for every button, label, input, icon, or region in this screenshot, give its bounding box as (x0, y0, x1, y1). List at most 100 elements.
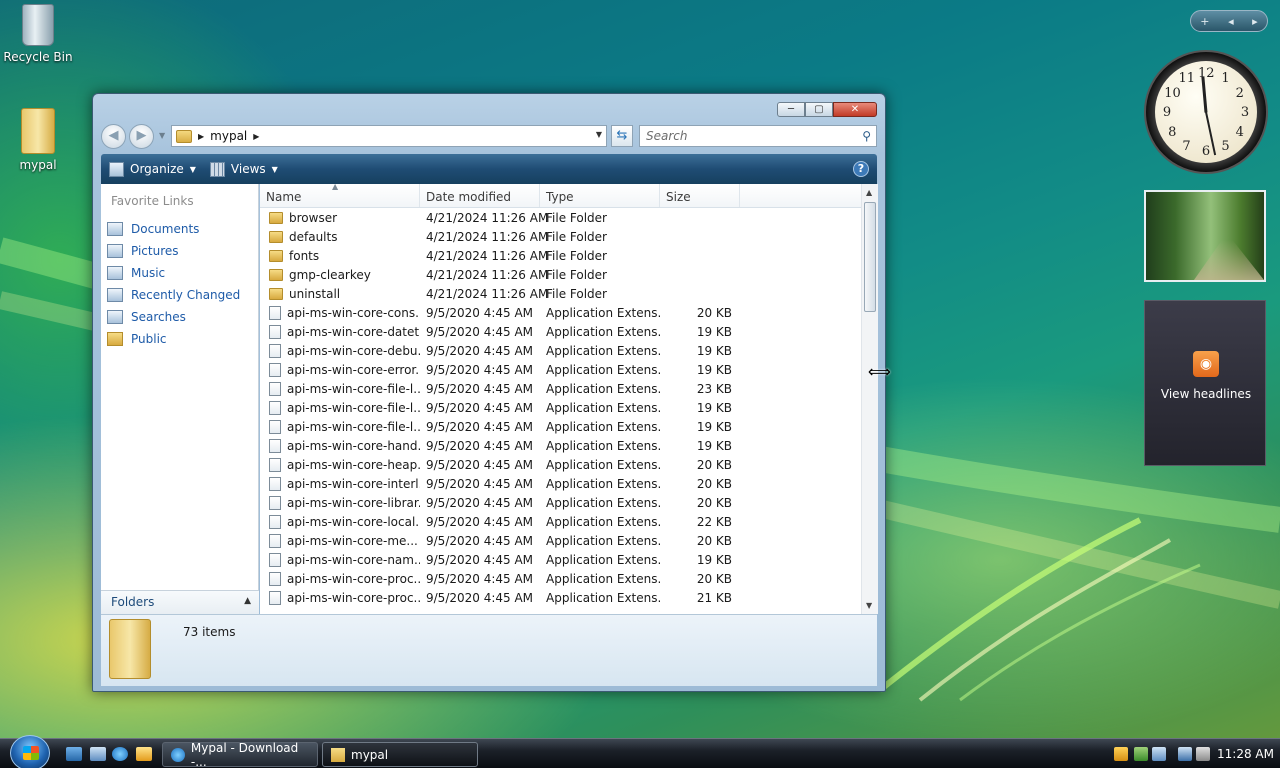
table-row[interactable]: api-ms-win-core-local... 9/5/2020 4:45 AM… (260, 512, 878, 531)
vertical-scrollbar[interactable]: ▲ ▼ (861, 184, 878, 614)
volume-muted-icon[interactable] (1196, 747, 1210, 761)
table-row[interactable]: api-ms-win-core-interl... 9/5/2020 4:45 A… (260, 474, 878, 493)
folders-toggle[interactable]: Folders ▲ (101, 590, 259, 614)
minimize-button[interactable]: ─ (777, 102, 805, 117)
organize-label: Organize (130, 162, 184, 176)
table-row[interactable]: api-ms-win-core-me... 9/5/2020 4:45 AM App… (260, 531, 878, 550)
file-name: api-ms-win-core-proc... (287, 571, 420, 586)
breadcrumb-mypal[interactable]: mypal (210, 129, 247, 143)
back-button[interactable]: ◀ (101, 124, 126, 149)
maximize-button[interactable]: ▢ (805, 102, 833, 117)
dll-file-icon (269, 514, 281, 529)
table-row[interactable]: defaults 4/21/2024 11:26 AM File Folder (260, 227, 878, 246)
refresh-button[interactable]: ⇆ (611, 125, 633, 147)
notification-icon[interactable] (1152, 747, 1166, 761)
file-rows: browser 4/21/2024 11:26 AM File Folder defa… (260, 208, 878, 607)
views-button[interactable]: Views ▼ (209, 161, 278, 177)
nav-link-pictures[interactable]: Pictures (101, 240, 258, 262)
table-row[interactable]: api-ms-win-core-heap... 9/5/2020 4:45 AM A… (260, 455, 878, 474)
help-button[interactable]: ? (853, 161, 869, 177)
dll-file-icon (269, 495, 281, 510)
cell-size: 22 KB (696, 514, 732, 529)
start-button[interactable] (10, 735, 50, 768)
nav-link-recently-changed[interactable]: Recently Changed (101, 284, 258, 306)
system-clock[interactable]: 11:28 AM (1217, 747, 1274, 761)
ie-icon[interactable] (112, 747, 128, 761)
scroll-up-icon[interactable]: ▲ (866, 188, 872, 197)
table-row[interactable]: api-ms-win-core-cons... 9/5/2020 4:45 AM A… (260, 303, 878, 322)
column-header-date[interactable]: Date modified (420, 184, 540, 207)
close-button[interactable]: ✕ (833, 102, 877, 117)
folder-icon (269, 211, 283, 224)
scrollbar-thumb[interactable] (864, 202, 876, 312)
clock-number: 7 (1182, 138, 1191, 154)
search-icon[interactable]: ⚲ (862, 129, 871, 143)
table-row[interactable]: api-ms-win-core-nam... 9/5/2020 4:45 AM Ap… (260, 550, 878, 569)
nav-link-public[interactable]: Public (101, 328, 258, 350)
dll-file-icon (269, 324, 281, 339)
address-dropdown-icon[interactable]: ▼ (596, 130, 602, 139)
table-row[interactable]: api-ms-win-core-debu... 9/5/2020 4:45 AM A… (260, 341, 878, 360)
breadcrumb-arrow-icon[interactable]: ▶ (198, 132, 204, 141)
search-placeholder: Search (646, 129, 688, 143)
forest-photo (1194, 240, 1264, 280)
table-row[interactable]: browser 4/21/2024 11:26 AM File Folder (260, 208, 878, 227)
table-row[interactable]: api-ms-win-core-file-l... 9/5/2020 4:45 A… (260, 417, 878, 436)
desktop-icon-recycle-bin[interactable]: Recycle Bin (0, 4, 76, 64)
table-row[interactable]: api-ms-win-core-file-l... 9/5/2020 4:45 A… (260, 398, 878, 417)
task-button-mypal-download[interactable]: Mypal - Download -... (162, 741, 318, 768)
folder-icon (109, 619, 151, 679)
table-row[interactable]: gmp-clearkey 4/21/2024 11:26 AM File Folde… (260, 265, 878, 284)
nav-link-searches[interactable]: Searches (101, 306, 258, 328)
view-headlines-label[interactable]: View headlines (1145, 387, 1267, 401)
security-shield-icon[interactable] (1114, 747, 1128, 761)
column-header-type[interactable]: Type (540, 184, 660, 207)
cell-name: api-ms-win-core-hand... (260, 438, 420, 453)
column-header-label: Name (266, 190, 302, 204)
network-icon[interactable] (1178, 747, 1192, 761)
desktop-icon-mypal[interactable]: mypal (0, 108, 76, 172)
cell-name: api-ms-win-core-file-l... (260, 419, 420, 434)
cell-date: 9/5/2020 4:45 AM (426, 457, 534, 472)
switch-windows-icon[interactable] (90, 747, 106, 761)
table-row[interactable]: api-ms-win-core-file-l... 9/5/2020 4:45 A… (260, 379, 878, 398)
table-row[interactable]: api-ms-win-core-error... 9/5/2020 4:45 AM… (260, 360, 878, 379)
media-player-icon[interactable] (136, 747, 152, 761)
cell-date: 9/5/2020 4:45 AM (426, 343, 534, 358)
table-row[interactable]: api-ms-win-core-datet... 9/5/2020 4:45 AM… (260, 322, 878, 341)
cell-type: Application Extens... (546, 476, 660, 491)
update-icon[interactable] (1134, 747, 1148, 761)
table-row[interactable]: api-ms-win-core-hand... 9/5/2020 4:45 AM A… (260, 436, 878, 455)
recent-pages-dropdown[interactable]: ▼ (159, 131, 165, 140)
column-header-name[interactable]: Name ▲ (260, 184, 420, 207)
table-row[interactable]: uninstall 4/21/2024 11:26 AM File Folder (260, 284, 878, 303)
table-row[interactable]: api-ms-win-core-proc... 9/5/2020 4:45 AM A… (260, 588, 878, 607)
organize-button[interactable]: Organize ▼ (109, 161, 196, 177)
file-name: api-ms-win-core-proc... (287, 590, 420, 605)
cell-date: 9/5/2020 4:45 AM (426, 400, 534, 415)
folder-icon (269, 249, 283, 262)
column-header-size[interactable]: Size (660, 184, 740, 207)
table-row[interactable]: api-ms-win-core-librar... 9/5/2020 4:45 A… (260, 493, 878, 512)
task-button-mypal-folder[interactable]: mypal (322, 742, 478, 767)
file-name: api-ms-win-core-cons... (287, 305, 420, 320)
clock-gadget[interactable]: 12 1 2 3 4 5 6 7 8 9 10 11 (1144, 50, 1268, 174)
dll-file-icon (269, 533, 281, 548)
feed-headlines-gadget[interactable]: ◉ View headlines (1144, 300, 1266, 466)
clock-number: 12 (1198, 66, 1215, 81)
previous-gadget-button[interactable]: ◂ (1228, 15, 1234, 28)
search-input[interactable]: Search ⚲ (639, 125, 877, 147)
address-bar[interactable]: ▶ mypal ▶ ▼ (171, 125, 607, 147)
breadcrumb-arrow-icon[interactable]: ▶ (253, 132, 259, 141)
show-desktop-icon[interactable] (66, 747, 82, 761)
table-row[interactable]: fonts 4/21/2024 11:26 AM File Folder (260, 246, 878, 265)
forward-button[interactable]: ▶ (129, 124, 154, 149)
cell-type: Application Extens... (546, 552, 660, 567)
add-gadget-button[interactable]: + (1200, 15, 1209, 28)
nav-link-music[interactable]: Music (101, 262, 258, 284)
table-row[interactable]: api-ms-win-core-proc... 9/5/2020 4:45 AM A… (260, 569, 878, 588)
slideshow-gadget[interactable] (1144, 190, 1266, 282)
scroll-down-icon[interactable]: ▼ (866, 601, 872, 610)
next-gadget-button[interactable]: ▸ (1252, 15, 1258, 28)
nav-link-documents[interactable]: Documents (101, 218, 258, 240)
